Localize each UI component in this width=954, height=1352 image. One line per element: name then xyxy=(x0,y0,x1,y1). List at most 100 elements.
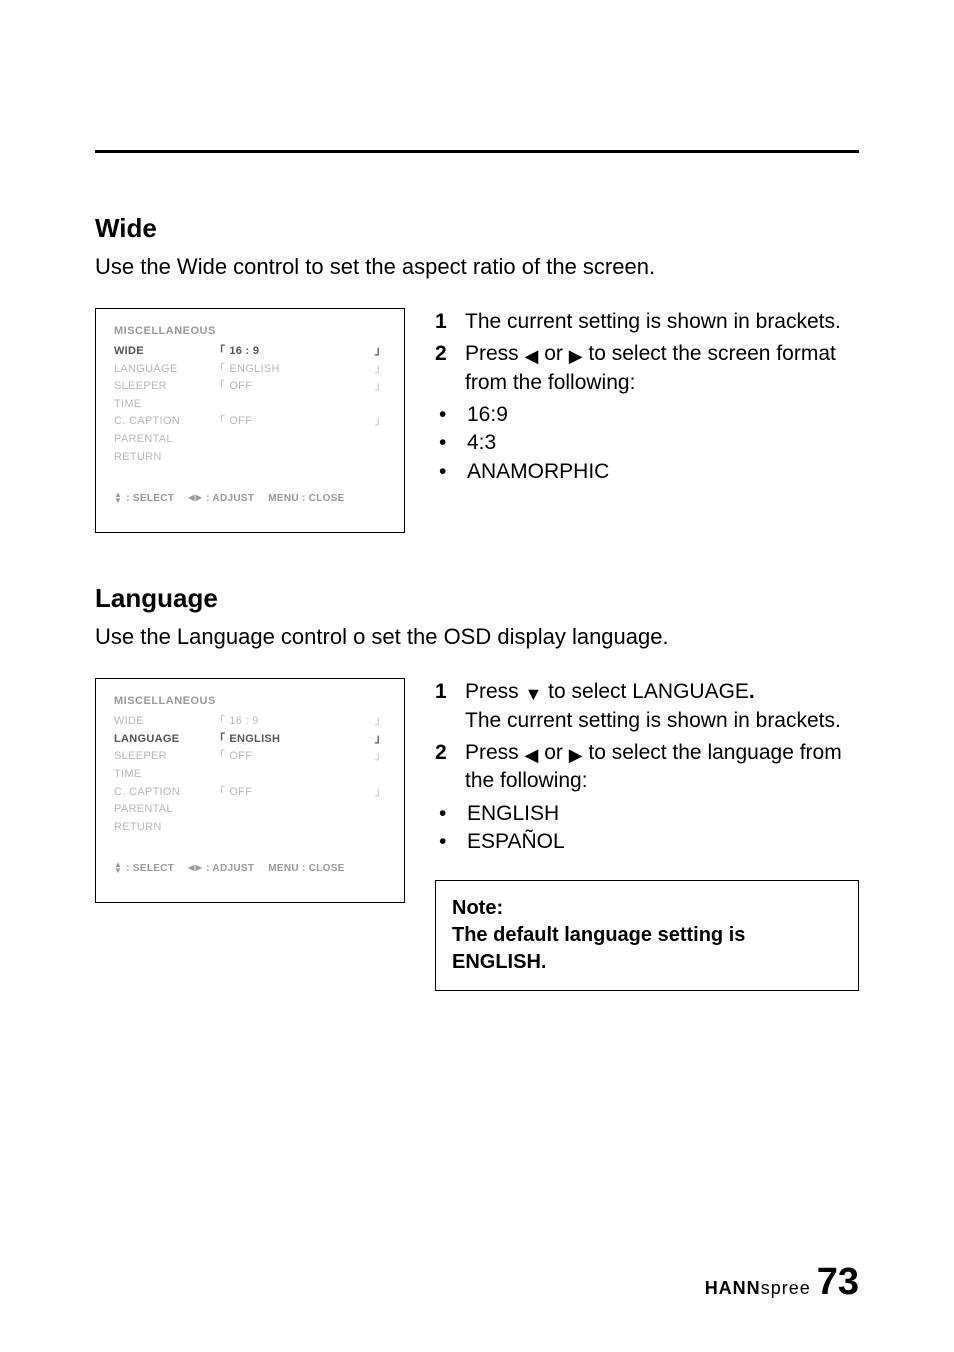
osd-row-label: WIDE xyxy=(114,713,214,731)
osd-row: RETURN xyxy=(114,449,386,467)
step-text: Press ▼ to select LANGUAGE. The current … xyxy=(465,678,841,735)
left-bracket-icon: 「 xyxy=(214,748,225,766)
osd-footer: ▲▼ : SELECT ◀▶ : ADJUST MENU : CLOSE xyxy=(114,862,386,874)
right-bracket-icon: 」 xyxy=(375,713,386,731)
option-item: ESPAÑOL xyxy=(435,828,859,856)
option-item: ANAMORPHIC xyxy=(435,458,859,486)
osd-footer-adjust: : ADJUST xyxy=(206,493,254,504)
osd-row-value: OFF xyxy=(229,784,252,802)
osd-panel-wide: MISCELLANEOUS WIDE「16 : 9」LANGUAGE「ENGLI… xyxy=(95,308,405,533)
osd-row: SLEEPER「OFF 」 xyxy=(114,748,386,766)
osd-row-label: RETURN xyxy=(114,449,214,467)
note-label: Note: xyxy=(452,895,842,922)
updown-icon: ▲▼ xyxy=(114,492,122,504)
osd-row: C. CAPTION「OFF 」 xyxy=(114,784,386,802)
osd-row-value: ENGLISH xyxy=(229,361,279,379)
right-bracket-icon: 」 xyxy=(375,731,386,749)
left-bracket-icon: 「 xyxy=(214,343,225,361)
note-box: Note: The default language setting is EN… xyxy=(435,880,859,991)
osd-row-label: C. CAPTION xyxy=(114,413,214,431)
osd-title: MISCELLANEOUS xyxy=(114,695,386,707)
osd-footer-select: : SELECT xyxy=(126,863,174,874)
step-num: 2 xyxy=(435,340,453,397)
osd-row-label: PARENTAL xyxy=(114,431,214,449)
left-bracket-icon: 「 xyxy=(214,413,225,431)
left-bracket-icon: 「 xyxy=(214,784,225,802)
osd-row: WIDE「16 : 9」 xyxy=(114,713,386,731)
right-arrow-icon: ▶ xyxy=(569,347,583,365)
step-num: 1 xyxy=(435,308,453,336)
osd-row-value: OFF xyxy=(229,413,252,431)
osd-row-label: WIDE xyxy=(114,343,214,361)
option-item: 4:3 xyxy=(435,429,859,457)
leftright-icon: ◀▶ xyxy=(188,864,202,872)
osd-row-label: RETURN xyxy=(114,819,214,837)
osd-row-label: TIME xyxy=(114,766,214,784)
right-col-language: 1 Press ▼ to select LANGUAGE. The curren… xyxy=(435,678,859,991)
osd-footer-select: : SELECT xyxy=(126,493,174,504)
osd-panel-language: MISCELLANEOUS WIDE「16 : 9」LANGUAGE「ENGLI… xyxy=(95,678,405,903)
osd-row: LANGUAGE「ENGLISH 」 xyxy=(114,361,386,379)
step-2-wide: 2 Press ◀ or ▶ to select the screen form… xyxy=(435,340,859,397)
osd-row-label: SLEEPER xyxy=(114,748,214,766)
osd-title: MISCELLANEOUS xyxy=(114,325,386,337)
option-item: 16:9 xyxy=(435,401,859,429)
osd-row-label: SLEEPER xyxy=(114,378,214,396)
osd-row-label: C. CAPTION xyxy=(114,784,214,802)
heading-language: Language xyxy=(95,583,859,614)
left-arrow-icon: ◀ xyxy=(525,347,539,365)
left-bracket-icon: 「 xyxy=(214,378,225,396)
left-bracket-icon: 「 xyxy=(214,361,225,379)
right-bracket-icon: 」 xyxy=(375,413,386,431)
osd-row: PARENTAL xyxy=(114,801,386,819)
osd-row: TIME xyxy=(114,396,386,414)
step-text: Press ◀ or ▶ to select the screen format… xyxy=(465,340,859,397)
osd-footer: ▲▼ : SELECT ◀▶ : ADJUST MENU : CLOSE xyxy=(114,492,386,504)
down-arrow-icon: ▼ xyxy=(525,685,543,703)
step-text: Press ◀ or ▶ to select the language from… xyxy=(465,739,859,796)
right-bracket-icon: 」 xyxy=(375,361,386,379)
osd-footer-menu: MENU : CLOSE xyxy=(268,493,344,504)
block-wide: MISCELLANEOUS WIDE「16 : 9」LANGUAGE「ENGLI… xyxy=(95,308,859,533)
desc-language: Use the Language control o set the OSD d… xyxy=(95,624,859,650)
right-arrow-icon: ▶ xyxy=(569,746,583,764)
page-number: 73 xyxy=(817,1261,859,1304)
heading-wide: Wide xyxy=(95,213,859,244)
right-bracket-icon: 」 xyxy=(375,343,386,361)
left-bracket-icon: 「 xyxy=(214,731,225,749)
step-1-language: 1 Press ▼ to select LANGUAGE. The curren… xyxy=(435,678,859,735)
osd-row: LANGUAGE「ENGLISH」 xyxy=(114,731,386,749)
right-col-wide: 1 The current setting is shown in bracke… xyxy=(435,308,859,486)
right-bracket-icon: 」 xyxy=(375,378,386,396)
osd-row: SLEEPER「OFF 」 xyxy=(114,378,386,396)
page-footer: HANNspree 73 xyxy=(705,1261,859,1304)
desc-wide: Use the Wide control to set the aspect r… xyxy=(95,254,859,280)
updown-icon: ▲▼ xyxy=(114,862,122,874)
osd-row-value: OFF xyxy=(229,378,252,396)
osd-row-label: LANGUAGE xyxy=(114,361,214,379)
step-2-language: 2 Press ◀ or ▶ to select the language fr… xyxy=(435,739,859,796)
osd-row: RETURN xyxy=(114,819,386,837)
osd-footer-adjust: : ADJUST xyxy=(206,863,254,874)
top-rule xyxy=(95,150,859,153)
step-num: 1 xyxy=(435,678,453,735)
right-bracket-icon: 」 xyxy=(375,748,386,766)
left-arrow-icon: ◀ xyxy=(525,746,539,764)
step-text: The current setting is shown in brackets… xyxy=(465,308,841,336)
osd-row-value: 16 : 9 xyxy=(229,713,258,731)
osd-row: PARENTAL xyxy=(114,431,386,449)
osd-row: TIME xyxy=(114,766,386,784)
osd-row-value: 16 : 9 xyxy=(229,343,259,361)
option-item: ENGLISH xyxy=(435,800,859,828)
step-1-wide: 1 The current setting is shown in bracke… xyxy=(435,308,859,336)
right-bracket-icon: 」 xyxy=(375,784,386,802)
osd-row-label: PARENTAL xyxy=(114,801,214,819)
osd-row-label: TIME xyxy=(114,396,214,414)
osd-row: WIDE「16 : 9 」 xyxy=(114,343,386,361)
leftright-icon: ◀▶ xyxy=(188,494,202,502)
osd-row-value: OFF xyxy=(229,748,252,766)
block-language: MISCELLANEOUS WIDE「16 : 9」LANGUAGE「ENGLI… xyxy=(95,678,859,991)
osd-row: C. CAPTION「OFF 」 xyxy=(114,413,386,431)
brand-logo: HANNspree xyxy=(705,1278,811,1299)
osd-row-label: LANGUAGE xyxy=(114,731,214,749)
